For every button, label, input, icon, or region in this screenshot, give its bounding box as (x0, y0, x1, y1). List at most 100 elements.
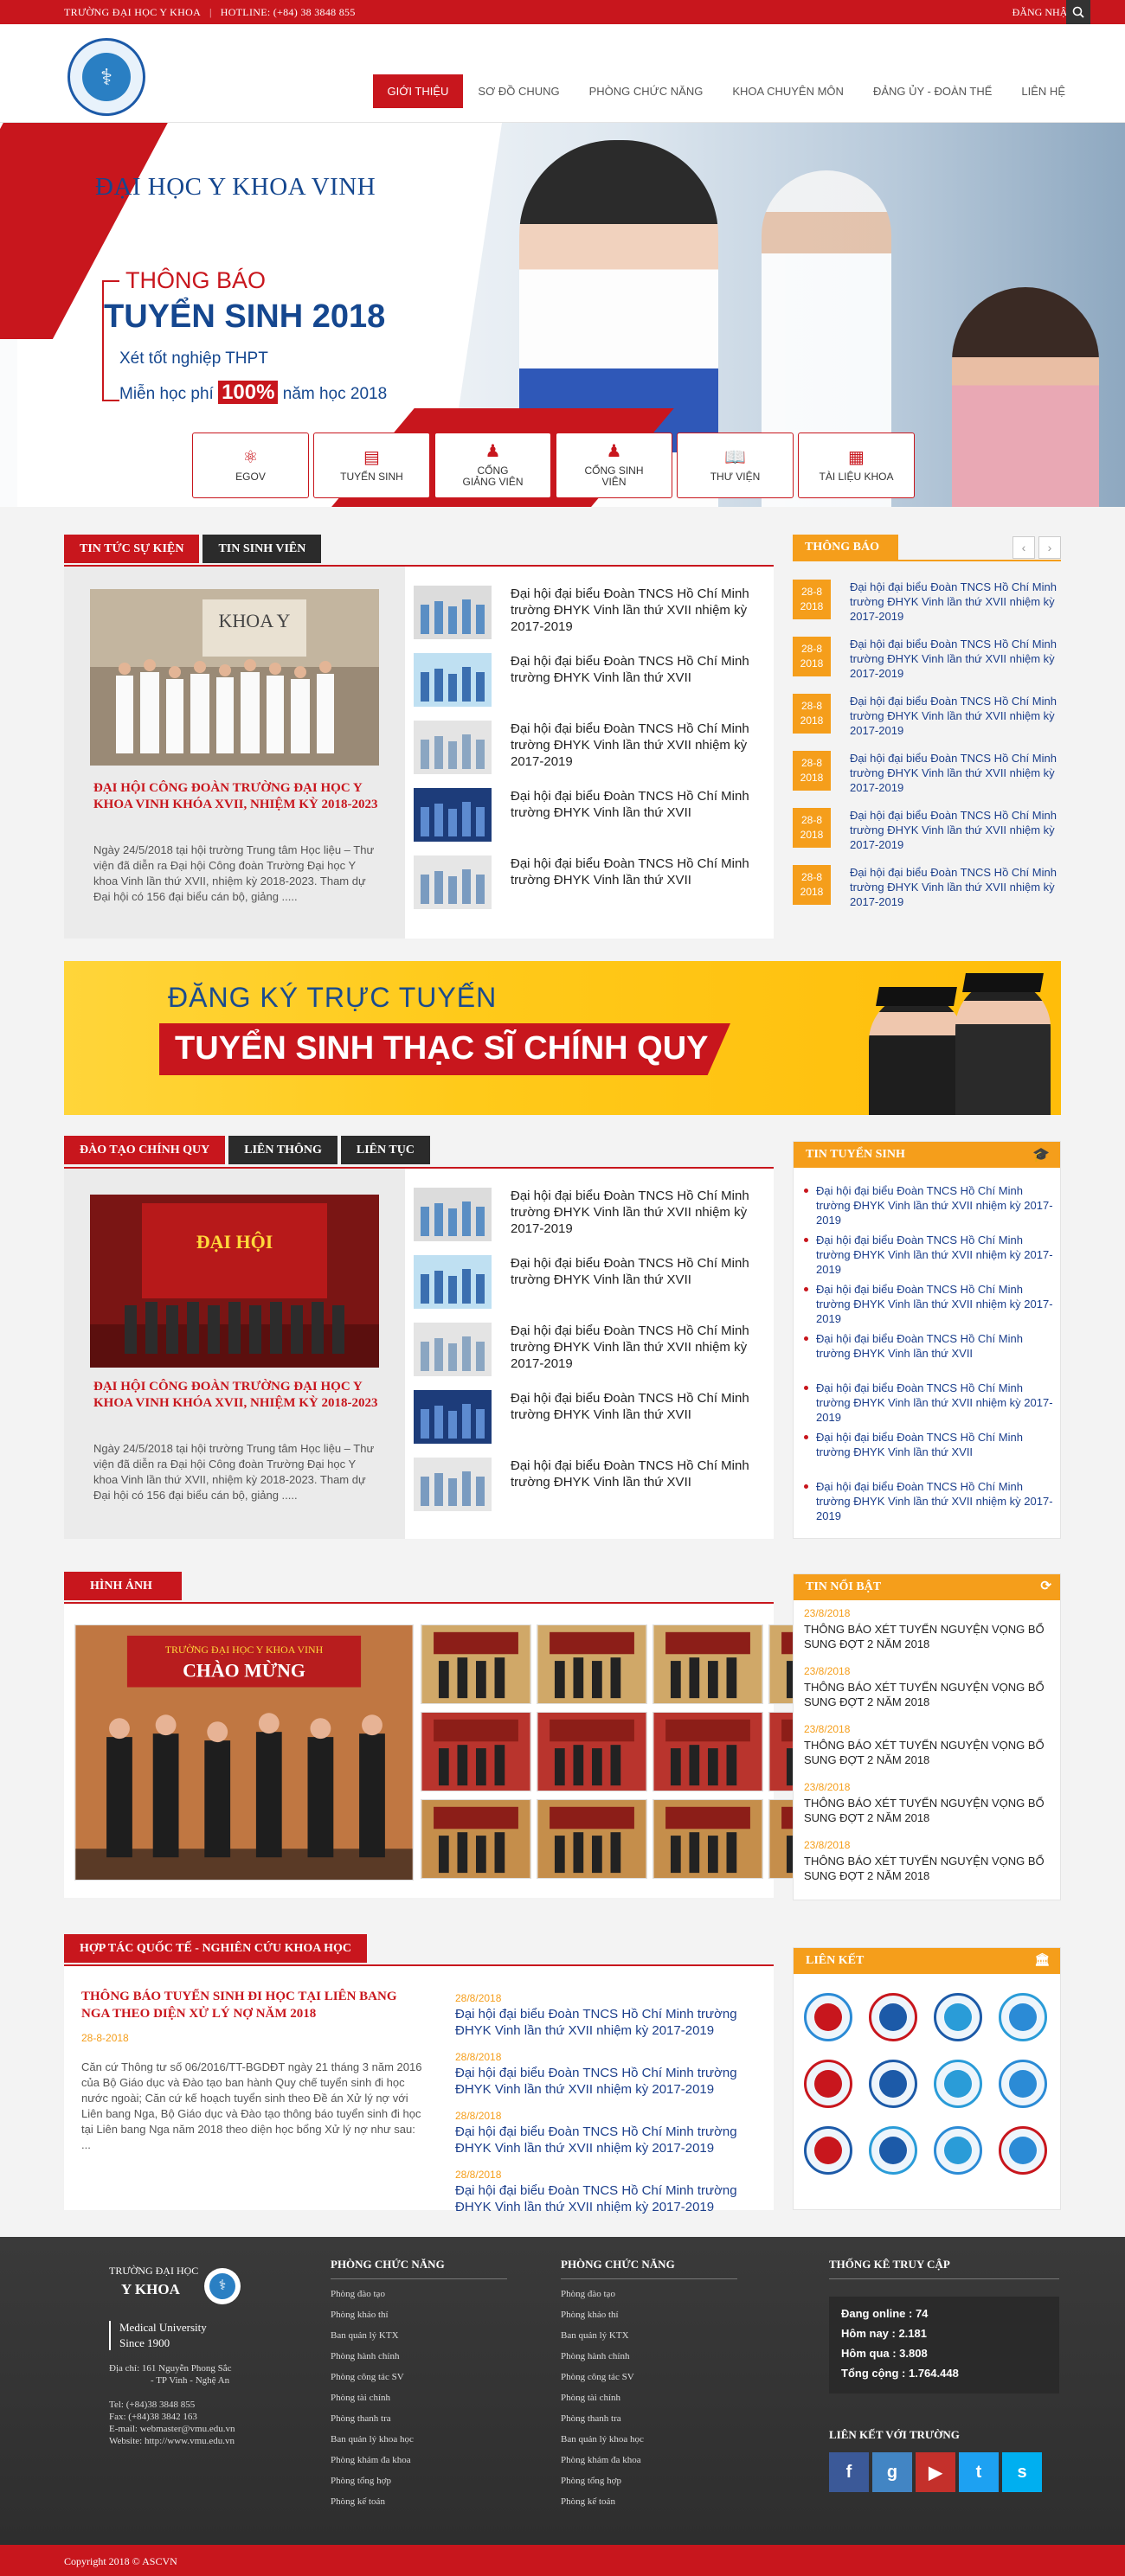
nav-item[interactable]: Liên hệ (1006, 74, 1080, 108)
quick-link[interactable]: ⚛ EGOV (192, 433, 309, 498)
quick-link[interactable]: ▤ TUYỂN SINH (313, 433, 430, 498)
notice-text[interactable]: Đại hội đại biểu Đoàn TNCS Hồ Chí Minh t… (850, 694, 1062, 738)
research-item-title[interactable]: Đại hội đại biểu Đoàn TNCS Hồ Chí Minh t… (455, 2182, 767, 2215)
gallery-title[interactable]: HÌNH ẢNH (64, 1572, 182, 1600)
footer-link[interactable]: Phòng tổng hợp (331, 2476, 507, 2487)
notice-item[interactable]: 28-8 2018 Đại hội đại biểu Đoàn TNCS Hồ Ch… (793, 580, 1061, 635)
list-item-title[interactable]: Đại hội đại biểu Đoàn TNCS Hồ Chí Minh t… (511, 586, 779, 635)
list-item-title[interactable]: Đại hội đại biểu Đoàn TNCS Hồ Chí Minh t… (511, 855, 779, 888)
list-item-thumb[interactable] (414, 586, 492, 639)
notice-item[interactable]: 28-8 2018 Đại hội đại biểu Đoàn TNCS Hồ Ch… (793, 865, 1061, 920)
notice-item[interactable]: 28-8 2018 Đại hội đại biểu Đoàn TNCS Hồ Ch… (793, 694, 1061, 749)
footer-link[interactable]: Phòng khám đa khoa (561, 2455, 737, 2466)
tab-2[interactable]: LIÊN TỤC (340, 1136, 430, 1164)
list-item-title[interactable]: Đại hội đại biểu Đoàn TNCS Hồ Chí Minh t… (511, 1390, 779, 1423)
gallery-thumb[interactable] (652, 1712, 763, 1791)
list-item[interactable]: Đại hội đại biểu Đoàn TNCS Hồ Chí Minh t… (414, 1458, 777, 1518)
list-item-title[interactable]: Đại hội đại biểu Đoàn TNCS Hồ Chí Minh t… (511, 788, 779, 821)
partner-logo[interactable] (804, 2060, 852, 2108)
nav-item[interactable]: Giới thiệu (372, 74, 464, 108)
list-item-title[interactable]: Đại hội đại biểu Đoàn TNCS Hồ Chí Minh t… (511, 653, 779, 686)
list-item[interactable]: Đại hội đại biểu Đoàn TNCS Hồ Chí Minh t… (414, 855, 777, 916)
notice-text[interactable]: Đại hội đại biểu Đoàn TNCS Hồ Chí Minh t… (850, 751, 1062, 795)
featured-news-item[interactable]: 23/8/2018 THÔNG BÁO XÉT TUYỂN NGUYỆN VỌNG… (804, 1665, 1064, 1709)
footer-link[interactable]: Ban quản lý khoa học (331, 2434, 507, 2445)
training-featured-title[interactable]: ĐẠI HỘI CÔNG ĐOÀN TRƯỜNG ĐẠI HỌC Y KHOA … (93, 1379, 379, 1412)
login-link[interactable]: ĐĂNG NHẬP (1012, 6, 1073, 19)
partner-logo[interactable] (999, 1993, 1047, 2041)
notice-item[interactable]: 28-8 2018 Đại hội đại biểu Đoàn TNCS Hồ Ch… (793, 637, 1061, 692)
facebook-icon[interactable]: f (829, 2452, 869, 2492)
list-item-thumb[interactable] (414, 1390, 492, 1444)
nav-item[interactable]: Đảng ủy - Đoàn thể (858, 74, 1006, 108)
footer-link[interactable]: Phòng công tác SV (561, 2372, 737, 2383)
quick-link[interactable]: ♟ CỔNG SINH VIÊN (556, 433, 672, 498)
footer-link[interactable]: Phòng đào tạo (561, 2289, 737, 2300)
university-logo[interactable]: ⚕ (68, 38, 145, 116)
list-item[interactable]: Đại hội đại biểu Đoàn TNCS Hồ Chí Minh t… (414, 1323, 777, 1383)
partner-logo[interactable] (999, 2060, 1047, 2108)
gallery-thumb[interactable] (537, 1712, 647, 1791)
admission-news-item[interactable]: Đại hội đại biểu Đoàn TNCS Hồ Chí Minh t… (804, 1183, 1058, 1227)
partner-logo[interactable] (869, 2060, 917, 2108)
gallery-thumb[interactable] (537, 1624, 647, 1704)
footer-link[interactable]: Phòng hành chính (561, 2351, 737, 2362)
partner-logo[interactable] (934, 2060, 982, 2108)
list-item-thumb[interactable] (414, 855, 492, 909)
research-item-title[interactable]: Đại hội đại biểu Đoàn TNCS Hồ Chí Minh t… (455, 2124, 767, 2156)
twitter-icon[interactable]: t (959, 2452, 999, 2492)
footer-link[interactable]: Phòng kế toán (331, 2496, 507, 2508)
list-item[interactable]: Đại hội đại biểu Đoàn TNCS Hồ Chí Minh t… (414, 586, 777, 646)
list-item[interactable]: Đại hội đại biểu Đoàn TNCS Hồ Chí Minh t… (414, 653, 777, 714)
featured-news-text[interactable]: THÔNG BÁO XÉT TUYỂN NGUYỆN VỌNG BỔ SUNG … (804, 1738, 1064, 1767)
training-featured[interactable]: ĐẠI HỘI ĐẠI HỘI CÔNG ĐOÀN TRƯỜNG ĐẠI HỌC… (64, 1169, 405, 1539)
partner-logo[interactable] (804, 1993, 852, 2041)
list-item-thumb[interactable] (414, 721, 492, 774)
list-item-title[interactable]: Đại hội đại biểu Đoàn TNCS Hồ Chí Minh t… (511, 1323, 779, 1372)
list-item-thumb[interactable] (414, 1323, 492, 1376)
research-item-title[interactable]: Đại hội đại biểu Đoàn TNCS Hồ Chí Minh t… (455, 2006, 767, 2039)
admission-news-item[interactable]: Đại hội đại biểu Đoàn TNCS Hồ Chí Minh t… (804, 1381, 1058, 1425)
list-item-thumb[interactable] (414, 1458, 492, 1511)
partner-logo[interactable] (934, 1993, 982, 2041)
list-item[interactable]: Đại hội đại biểu Đoàn TNCS Hồ Chí Minh t… (414, 1255, 777, 1316)
footer-link[interactable]: Ban quản lý KTX (331, 2330, 507, 2342)
research-title[interactable]: HỢP TÁC QUỐC TẾ - NGHIÊN CỨU KHOA HỌC (64, 1934, 367, 1963)
notice-text[interactable]: Đại hội đại biểu Đoàn TNCS Hồ Chí Minh t… (850, 637, 1062, 681)
admission-news-item[interactable]: Đại hội đại biểu Đoàn TNCS Hồ Chí Minh t… (804, 1479, 1058, 1523)
partner-logo[interactable] (934, 2126, 982, 2175)
youtube-icon[interactable]: ▶ (916, 2452, 955, 2492)
list-item-title[interactable]: Đại hội đại biểu Đoàn TNCS Hồ Chí Minh t… (511, 1255, 779, 1288)
list-item-title[interactable]: Đại hội đại biểu Đoàn TNCS Hồ Chí Minh t… (511, 1458, 779, 1490)
footer-link[interactable]: Ban quản lý khoa học (561, 2434, 737, 2445)
gallery-thumb[interactable] (421, 1712, 531, 1791)
nav-item[interactable]: Phòng chức năng (575, 74, 718, 108)
partner-logo[interactable] (869, 2126, 917, 2175)
list-item[interactable]: Đại hội đại biểu Đoàn TNCS Hồ Chí Minh t… (414, 1188, 777, 1248)
tab-1[interactable]: TIN SINH VIÊN (202, 535, 322, 563)
admission-news-item[interactable]: Đại hội đại biểu Đoàn TNCS Hồ Chí Minh t… (804, 1282, 1058, 1326)
notice-text[interactable]: Đại hội đại biểu Đoàn TNCS Hồ Chí Minh t… (850, 865, 1062, 909)
featured-news-text[interactable]: THÔNG BÁO XÉT TUYỂN NGUYỆN VỌNG BỔ SUNG … (804, 1622, 1064, 1651)
research-featured-title[interactable]: THÔNG BÁO TUYỂN SINH ĐI HỌC TẠI LIÊN BAN… (81, 1988, 410, 2022)
notice-text[interactable]: Đại hội đại biểu Đoàn TNCS Hồ Chí Minh t… (850, 808, 1062, 852)
list-item[interactable]: Đại hội đại biểu Đoàn TNCS Hồ Chí Minh t… (414, 721, 777, 781)
notice-item[interactable]: 28-8 2018 Đại hội đại biểu Đoàn TNCS Hồ Ch… (793, 751, 1061, 806)
featured-news-text[interactable]: THÔNG BÁO XÉT TUYỂN NGUYỆN VỌNG BỔ SUNG … (804, 1796, 1064, 1825)
list-item-thumb[interactable] (414, 788, 492, 842)
footer-link[interactable]: Phòng tài chính (561, 2393, 737, 2404)
footer-website[interactable]: Website: http://www.vmu.edu.vn (109, 2435, 282, 2447)
featured-news-item[interactable]: 23/8/2018 THÔNG BÁO XÉT TUYỂN NGUYỆN VỌNG… (804, 1839, 1064, 1883)
tab-0[interactable]: TIN TỨC SỰ KIỆN (64, 535, 200, 563)
featured-news-text[interactable]: THÔNG BÁO XÉT TUYỂN NGUYỆN VỌNG BỔ SUNG … (804, 1854, 1064, 1883)
tab-0[interactable]: ĐÀO TẠO CHÍNH QUY (64, 1136, 226, 1164)
gallery-thumb[interactable] (421, 1624, 531, 1704)
footer-link[interactable]: Phòng kế toán (561, 2496, 737, 2508)
footer-link[interactable]: Phòng công tác SV (331, 2372, 507, 2383)
admission-news-item[interactable]: Đại hội đại biểu Đoàn TNCS Hồ Chí Minh t… (804, 1331, 1058, 1361)
list-item[interactable]: Đại hội đại biểu Đoàn TNCS Hồ Chí Minh t… (414, 788, 777, 849)
partner-logo[interactable] (869, 1993, 917, 2041)
featured-news-item[interactable]: 23/8/2018 THÔNG BÁO XÉT TUYỂN NGUYỆN VỌNG… (804, 1781, 1064, 1825)
nav-item[interactable]: Khoa chuyên môn (717, 74, 858, 108)
tab-1[interactable]: LIÊN THÔNG (228, 1136, 338, 1164)
